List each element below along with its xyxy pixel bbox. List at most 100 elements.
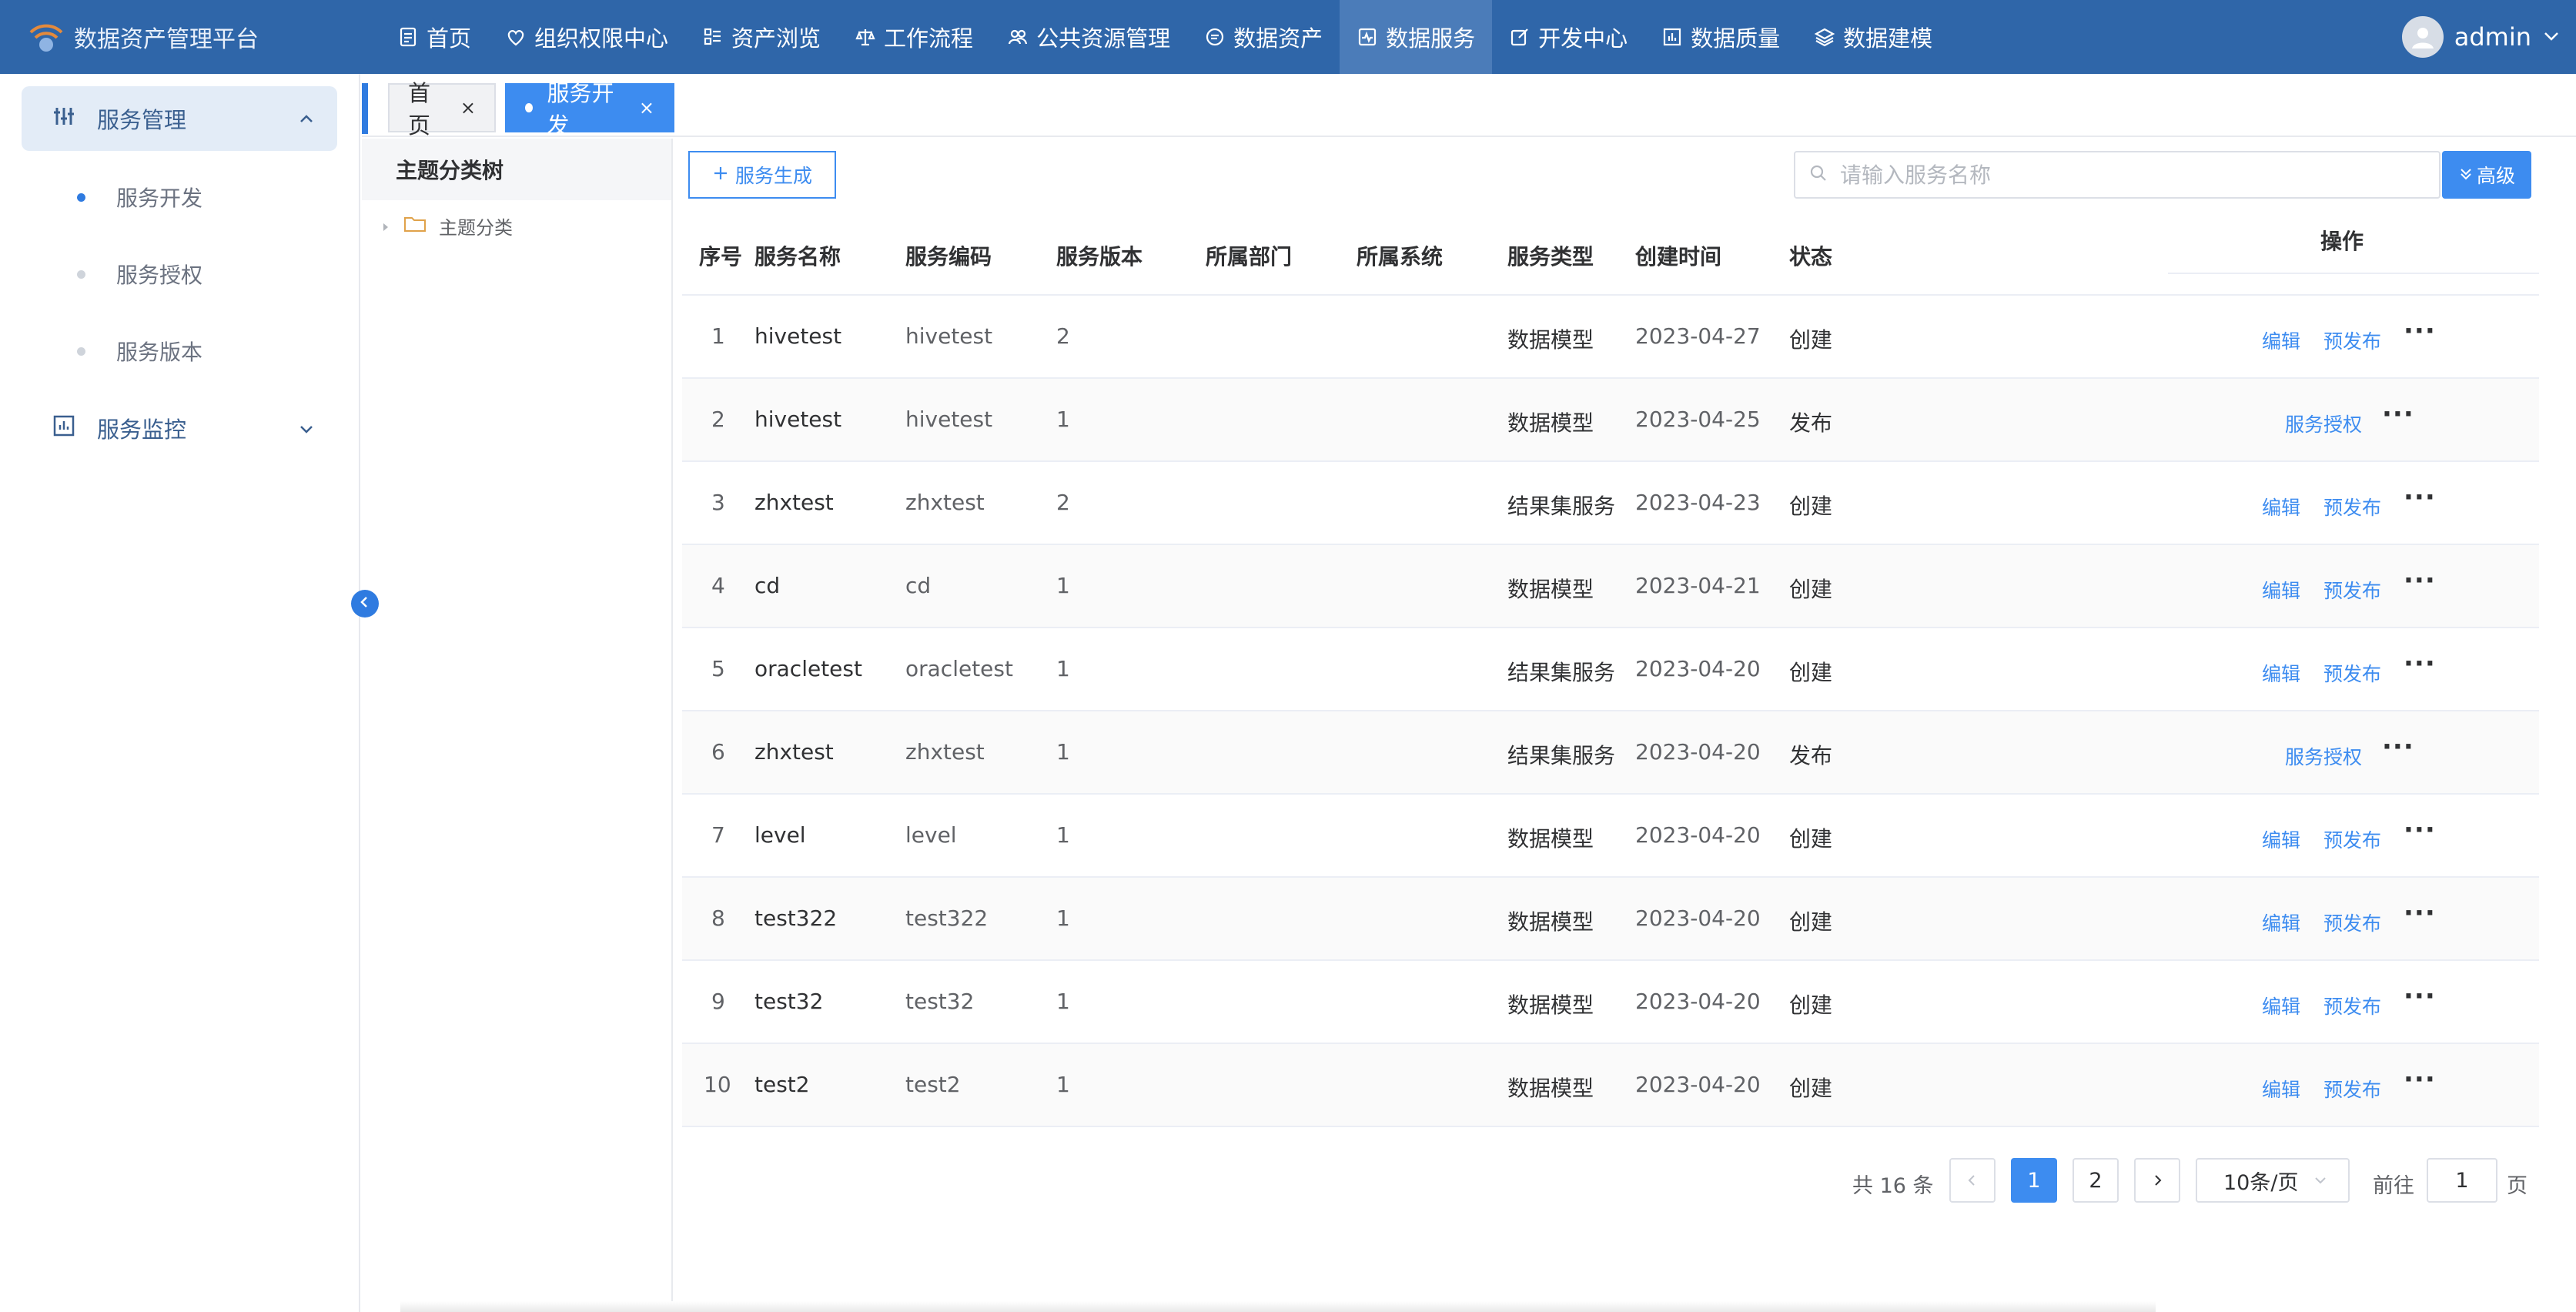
cell-no: 3 [711, 490, 725, 515]
bullet-icon [77, 346, 85, 356]
cell-code: cd [905, 573, 932, 598]
active-dot-icon [525, 103, 534, 112]
nav-item-1[interactable]: 组织权限中心 [488, 0, 685, 74]
chevron-down-icon[interactable] [297, 417, 316, 443]
prepublish-link[interactable]: 预发布 [2323, 576, 2381, 604]
nav-item-4[interactable]: 公共资源管理 [990, 0, 1187, 74]
cell-created: 2023-04-21 [1635, 573, 1761, 598]
edit-link[interactable]: 编辑 [2262, 992, 2300, 1019]
create-service-button[interactable]: 服务生成 [688, 151, 836, 199]
cell-type: 数据模型 [1507, 410, 1594, 436]
create-service-label: 服务生成 [734, 165, 812, 187]
nav-item-6[interactable]: 数据服务 [1340, 0, 1493, 74]
edit-link[interactable]: 编辑 [2262, 659, 2300, 687]
sidebar-item-service-dev[interactable]: 服务开发 [77, 174, 202, 220]
avatar[interactable] [2401, 16, 2444, 58]
nav-item-8[interactable]: 数据质量 [1644, 0, 1797, 74]
tab-home[interactable]: 首页 × [388, 80, 496, 139]
cell-status: 创建 [1789, 826, 1833, 852]
username: admin [2454, 22, 2531, 52]
authorize-link[interactable]: 服务授权 [2285, 410, 2362, 437]
topic-tree-panel: 主题分类树 主题分类 [362, 139, 673, 1312]
chart-icon [1661, 26, 1683, 48]
edit-link[interactable]: 编辑 [2262, 909, 2300, 936]
more-actions-button[interactable]: ··· [2382, 731, 2414, 762]
prev-page-button[interactable] [1949, 1158, 1996, 1203]
cell-created: 2023-04-20 [1635, 989, 1761, 1014]
user-menu[interactable]: admin [2401, 0, 2561, 74]
sidebar-group-service-monitor[interactable]: 服务监控 [22, 396, 337, 460]
more-actions-button[interactable]: ··· [2404, 482, 2436, 513]
prepublish-link[interactable]: 预发布 [2323, 1075, 2381, 1103]
prepublish-link[interactable]: 预发布 [2323, 992, 2381, 1019]
nav-item-9[interactable]: 数据建模 [1797, 0, 1949, 74]
cell-code: oracletest [905, 656, 1013, 681]
search-input[interactable] [1838, 161, 2424, 189]
cell-status: 发布 [1789, 410, 1833, 436]
cell-status: 创建 [1789, 327, 1833, 353]
nav-item-5[interactable]: 数据资产 [1187, 0, 1340, 74]
cell-created: 2023-04-20 [1635, 1072, 1761, 1097]
cell-created: 2023-04-27 [1635, 323, 1761, 349]
cell-code: test32 [905, 989, 975, 1014]
more-actions-button[interactable]: ··· [2382, 399, 2414, 430]
authorize-link[interactable]: 服务授权 [2285, 742, 2362, 770]
advanced-search-label: 高级 [2476, 165, 2515, 187]
tree-node-root[interactable]: 主题分类 [380, 213, 513, 239]
nav-item-3[interactable]: 工作流程 [838, 0, 990, 74]
collapse-sidebar-button[interactable] [351, 590, 379, 618]
table-row: 5 oracletest oracletest 1 结果集服务 2023-04-20 创建 编… [682, 628, 2539, 711]
more-actions-button[interactable]: ··· [2404, 981, 2436, 1012]
page-2-button[interactable]: 2 [2073, 1158, 2119, 1203]
more-actions-button[interactable]: ··· [2404, 1064, 2436, 1095]
more-actions-button[interactable]: ··· [2404, 316, 2436, 346]
close-icon[interactable]: × [460, 97, 476, 119]
more-actions-button[interactable]: ··· [2404, 815, 2436, 845]
edit-link[interactable]: 编辑 [2262, 493, 2300, 520]
next-page-button[interactable] [2134, 1158, 2180, 1203]
edit-link[interactable]: 编辑 [2262, 1075, 2300, 1103]
table-row: 2 hivetest hivetest 1 数据模型 2023-04-25 发布 服务授权 ··… [682, 379, 2539, 462]
prepublish-link[interactable]: 预发布 [2323, 909, 2381, 936]
sidebar-group-label: 服务监控 [97, 417, 187, 443]
advanced-search-button[interactable]: 高级 [2442, 151, 2531, 199]
cell-version: 1 [1056, 1072, 1070, 1097]
nav-item-2[interactable]: 资产浏览 [685, 0, 838, 74]
prepublish-link[interactable]: 预发布 [2323, 825, 2381, 853]
page-1-button[interactable]: 1 [2011, 1158, 2057, 1203]
table-header: 序号 服务名称 服务编码 服务版本 所属部门 所属系统 服务类型 创建时间 状态 操作 [682, 213, 2539, 296]
sidebar-item-service-auth[interactable]: 服务授权 [77, 251, 202, 297]
chevron-down-icon[interactable] [2542, 22, 2561, 52]
cell-name: level [754, 822, 806, 848]
nav-item-7[interactable]: 开发中心 [1492, 0, 1644, 74]
more-actions-button[interactable]: ··· [2404, 648, 2436, 679]
app-logo[interactable]: 数据资产管理平台 [26, 0, 259, 74]
cell-status: 发布 [1789, 743, 1833, 768]
cell-status: 创建 [1789, 1076, 1833, 1101]
chat-icon [1204, 26, 1226, 48]
more-actions-button[interactable]: ··· [2404, 898, 2436, 929]
edit-link[interactable]: 编辑 [2262, 825, 2300, 853]
sidebar-item-service-version[interactable]: 服务版本 [77, 328, 202, 374]
sidebar-group-service-management[interactable]: 服务管理 [22, 86, 337, 151]
layers-icon [1814, 26, 1835, 48]
edit-link[interactable]: 编辑 [2262, 326, 2300, 354]
caret-right-icon[interactable] [380, 216, 391, 237]
column-header: 序号 [699, 244, 743, 269]
nav-item-0[interactable]: 首页 [380, 0, 488, 74]
edit-link[interactable]: 编辑 [2262, 576, 2300, 604]
cell-no: 8 [711, 905, 725, 931]
tab-service-dev[interactable]: 服务开发 × [505, 80, 674, 139]
close-icon[interactable]: × [639, 97, 654, 119]
tree-title: 主题分类树 [362, 139, 671, 200]
goto-page-input[interactable]: 1 [2427, 1158, 2497, 1203]
chevron-down-icon [2315, 1177, 2327, 1184]
prepublish-link[interactable]: 预发布 [2323, 659, 2381, 687]
pagination: 共 16 条 1 2 10条/页 前往 1 页 [682, 1158, 2539, 1204]
list-icon [702, 26, 724, 48]
page-size-select[interactable]: 10条/页 [2196, 1158, 2350, 1203]
prepublish-link[interactable]: 预发布 [2323, 493, 2381, 520]
chevron-up-icon[interactable] [297, 108, 316, 134]
more-actions-button[interactable]: ··· [2404, 565, 2436, 596]
prepublish-link[interactable]: 预发布 [2323, 326, 2381, 354]
